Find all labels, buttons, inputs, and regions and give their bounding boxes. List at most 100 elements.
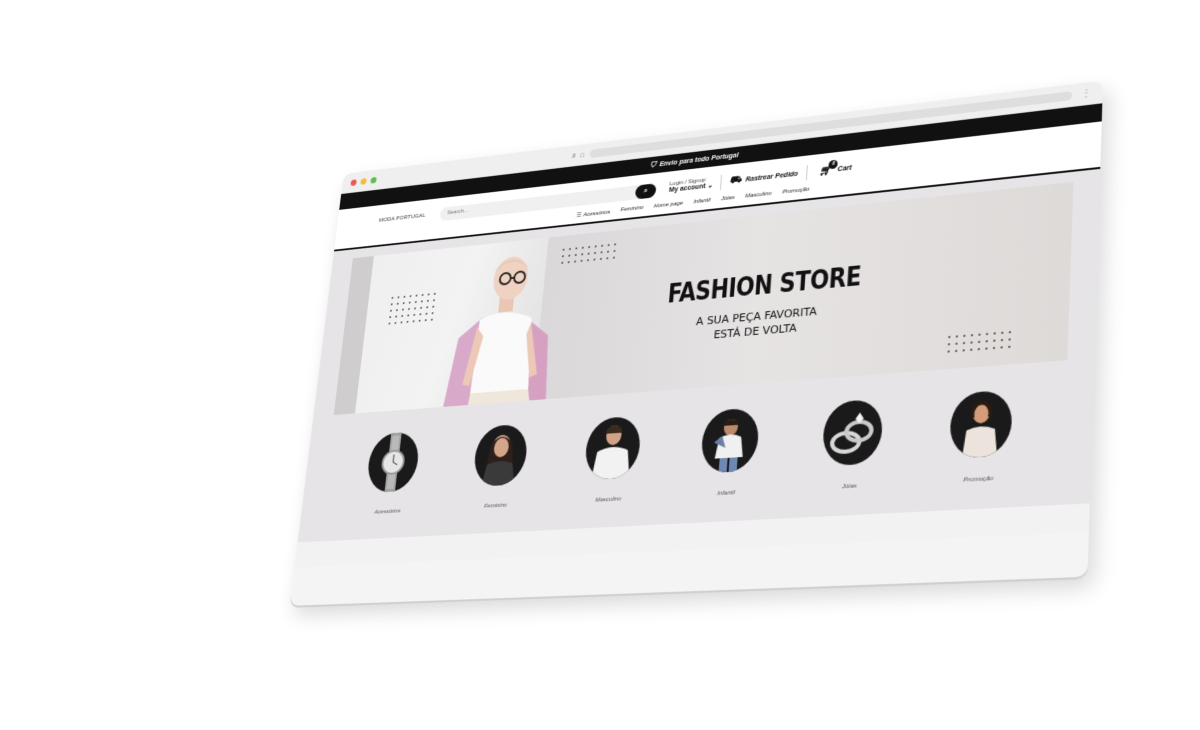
pattern-dot — [955, 342, 958, 345]
chevron-down-icon: ⌄ — [707, 182, 714, 191]
pattern-dot — [594, 245, 597, 248]
pattern-dot — [421, 293, 424, 297]
pattern-dot — [402, 302, 405, 305]
pattern-dot — [415, 294, 418, 297]
nav-item-feminino[interactable]: Feminino — [620, 205, 643, 214]
search-icon[interactable]: ⌕ — [571, 150, 576, 161]
nav-item-promocao[interactable]: Promoção — [782, 187, 809, 197]
account-menu[interactable]: Login / Signup My account ⌄ — [669, 177, 714, 195]
pattern-dot — [581, 253, 584, 256]
hero-title: FASHION STORE — [666, 261, 862, 310]
pattern-dot — [612, 256, 615, 259]
pattern-dot — [420, 306, 423, 309]
category-label: Jóias — [841, 483, 857, 491]
divider — [720, 174, 723, 191]
pattern-dot — [408, 308, 410, 311]
promo-icon — [948, 389, 1014, 460]
category-label: Acessórios — [374, 508, 401, 516]
pattern-dot — [586, 259, 589, 262]
pattern-dot — [430, 318, 433, 321]
pattern-dot — [594, 251, 597, 255]
maximize-window-dot[interactable] — [370, 176, 377, 184]
menu-icon: ☰ — [576, 212, 582, 219]
pattern-dot — [1008, 345, 1011, 348]
truck-icon: ⛟ — [729, 173, 743, 186]
woman-icon — [471, 423, 530, 488]
pattern-dot — [606, 257, 609, 260]
category-masculino[interactable]: Masculino — [560, 414, 663, 506]
pattern-dot — [424, 319, 427, 322]
nav-item-infantil[interactable]: Infantil — [693, 198, 710, 206]
man-icon — [583, 415, 643, 481]
pattern-dot — [970, 341, 973, 344]
chrome-icons: ⌕ ⌂ — [571, 149, 585, 161]
pattern-dot — [425, 312, 428, 315]
pattern-dot — [432, 305, 435, 308]
pattern-dot — [426, 306, 429, 309]
browser-window: ⌕ ⌂ ⋮ ⛉ Envio para todo Portugal MODA PO… — [289, 80, 1104, 606]
category-feminino[interactable]: Feminino — [450, 422, 550, 512]
pattern-dot — [433, 299, 435, 302]
search-button[interactable]: ⌕ — [634, 182, 657, 200]
category-joias[interactable]: Jóias — [797, 397, 907, 493]
pattern-dot — [614, 243, 617, 246]
pattern-dot — [993, 339, 996, 342]
pattern-dot — [409, 295, 412, 298]
pattern-dot — [947, 343, 951, 346]
pattern-dot — [947, 350, 950, 353]
pattern-dot — [948, 335, 951, 339]
pattern-dot — [574, 260, 577, 263]
category-label: Promoção — [963, 475, 994, 484]
pattern-dot — [389, 309, 392, 312]
pattern-dot — [388, 322, 391, 325]
close-window-dot[interactable] — [350, 178, 357, 186]
category-acessorios[interactable]: Acessórios — [343, 430, 440, 518]
nav-item-masculino[interactable]: Masculino — [745, 191, 772, 201]
pattern-dot — [601, 244, 604, 247]
hero-model-image — [441, 255, 555, 415]
pattern-dot — [395, 309, 398, 312]
watch-icon — [365, 431, 422, 494]
pattern-dot — [406, 320, 409, 323]
pattern-dot — [431, 312, 434, 315]
home-icon[interactable]: ⌂ — [580, 150, 586, 160]
site-logo[interactable]: MODA PORTUGAL — [379, 213, 431, 224]
search-icon: ⌕ — [643, 186, 649, 195]
cart-icon: 🛒︎ 0 — [819, 159, 839, 177]
track-order-link[interactable]: ⛟ Rastrear Pedido — [729, 167, 798, 187]
nav-item-home-page[interactable]: Home page — [653, 201, 683, 211]
pattern-dot — [1000, 346, 1003, 349]
pattern-dot — [1008, 331, 1012, 334]
pattern-dot — [390, 303, 393, 306]
cart-label: Cart — [837, 164, 852, 173]
pattern-dot — [977, 348, 980, 351]
track-order-label: Rastrear Pedido — [745, 170, 799, 183]
pattern-dot — [978, 333, 981, 336]
pattern-dot — [992, 346, 996, 350]
pattern-dot — [394, 321, 397, 324]
pattern-dot — [414, 307, 417, 310]
more-menu-icon[interactable]: ⋮ — [1081, 87, 1092, 99]
pattern-dot — [587, 252, 590, 255]
nav-item-acessorios[interactable]: ☰Acessórios — [576, 209, 610, 219]
category-promocao[interactable]: Promoção — [924, 388, 1038, 486]
pattern-dot — [419, 313, 422, 316]
pattern-dot — [606, 250, 610, 253]
pattern-dot — [963, 334, 966, 337]
pattern-dot — [427, 293, 430, 296]
divider — [805, 165, 808, 181]
pattern-dot — [407, 314, 410, 317]
pattern-dot — [955, 349, 958, 353]
tag-icon: ⛉ — [649, 160, 657, 170]
pattern-dot — [599, 257, 602, 260]
nav-item-joias[interactable]: Jóias — [721, 195, 735, 203]
pattern-dot — [412, 320, 415, 323]
category-infantil[interactable]: Infantil — [676, 406, 783, 500]
pattern-dot — [414, 301, 417, 304]
stage: ⌕ ⌂ ⋮ ⛉ Envio para todo Portugal MODA PO… — [0, 0, 1200, 730]
minimize-window-dot[interactable] — [360, 177, 367, 185]
cart-button[interactable]: 🛒︎ 0 Cart — [819, 159, 852, 177]
pattern-dot — [413, 313, 416, 316]
pattern-dot — [588, 246, 591, 249]
category-label: Feminino — [483, 502, 508, 510]
